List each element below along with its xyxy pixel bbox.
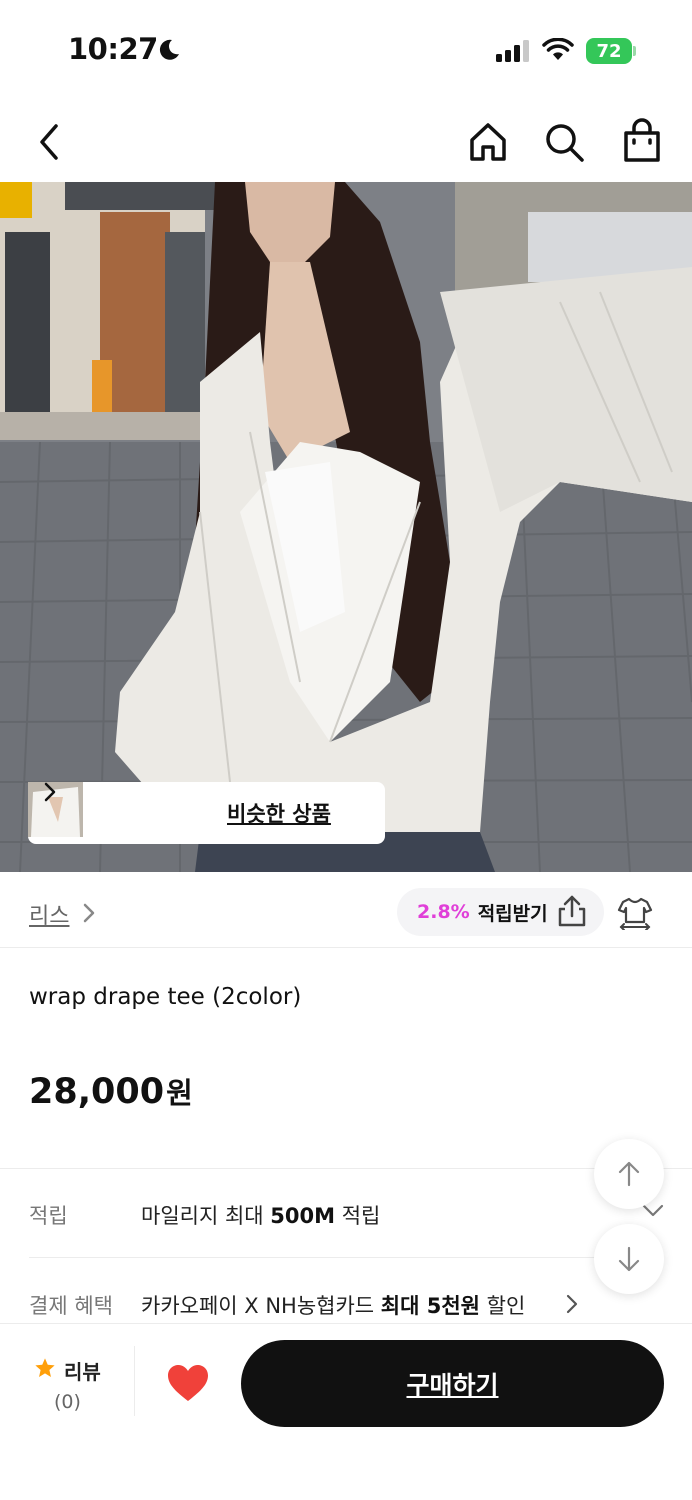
scroll-bottom-button[interactable] [594,1224,664,1294]
chevron-left-icon[interactable] [32,120,68,164]
divider [0,1168,692,1169]
product-price: 28,000원 [29,1070,193,1112]
similar-products-label[interactable]: 비슷한 상품 [227,798,331,828]
review-count: (0) [54,1391,81,1413]
product-image[interactable]: 비슷한 상품 [0,182,692,872]
arrow-up-icon [618,1161,640,1187]
heart-icon[interactable] [167,1364,209,1402]
divider [134,1346,135,1416]
similar-thumbnail[interactable] [28,782,146,841]
home-icon[interactable] [466,120,510,164]
similar-thumbnail[interactable] [28,782,205,841]
top-nav [0,108,692,180]
chevron-right-icon [83,903,95,923]
chevron-down-icon[interactable] [642,1204,664,1218]
chevron-right-icon [44,782,56,802]
row-value: 마일리지 최대 500M 적립 [141,1204,381,1228]
status-bar: 10:27 72 [0,0,692,100]
price-currency: 원 [166,1076,193,1110]
star-icon [35,1358,55,1377]
arrow-down-icon [618,1246,640,1272]
battery-indicator: 72 [586,38,632,64]
share-icon[interactable] [556,894,588,928]
reward-label: 적립받기 [477,902,548,925]
status-time: 10:27 [68,32,158,66]
size-guide-icon[interactable] [617,896,653,930]
reward-percent: 2.8% [417,901,470,923]
row-key: 결제 혜택 [29,1294,113,1318]
similar-products-banner[interactable]: 비슷한 상품 [28,782,385,844]
row-key: 적립 [29,1204,68,1228]
chevron-right-icon [566,1294,578,1314]
buy-button[interactable]: 구매하기 [241,1340,664,1427]
divider [29,1257,663,1258]
battery-tip [633,46,636,56]
cellular-signal-icon [496,40,529,62]
review-label: 리뷰 [64,1360,101,1384]
row-value: 카카오페이 X NH농협카드 최대 5천원 할인 [141,1294,526,1318]
battery-level: 72 [596,40,622,62]
moon-icon [159,39,179,60]
product-title: wrap drape tee (2color) [29,984,302,1010]
search-icon[interactable] [542,120,586,164]
wifi-icon [542,38,574,60]
shopping-bag-icon[interactable] [620,118,664,164]
brand-row: 리스 2.8% 적립받기 [0,876,692,948]
scroll-top-button[interactable] [594,1139,664,1209]
brand-link[interactable]: 리스 [29,898,69,930]
product-photo [0,182,692,872]
bottom-action-bar: 리뷰 (0) 구매하기 [0,1323,692,1500]
price-value: 28,000 [29,1072,165,1112]
